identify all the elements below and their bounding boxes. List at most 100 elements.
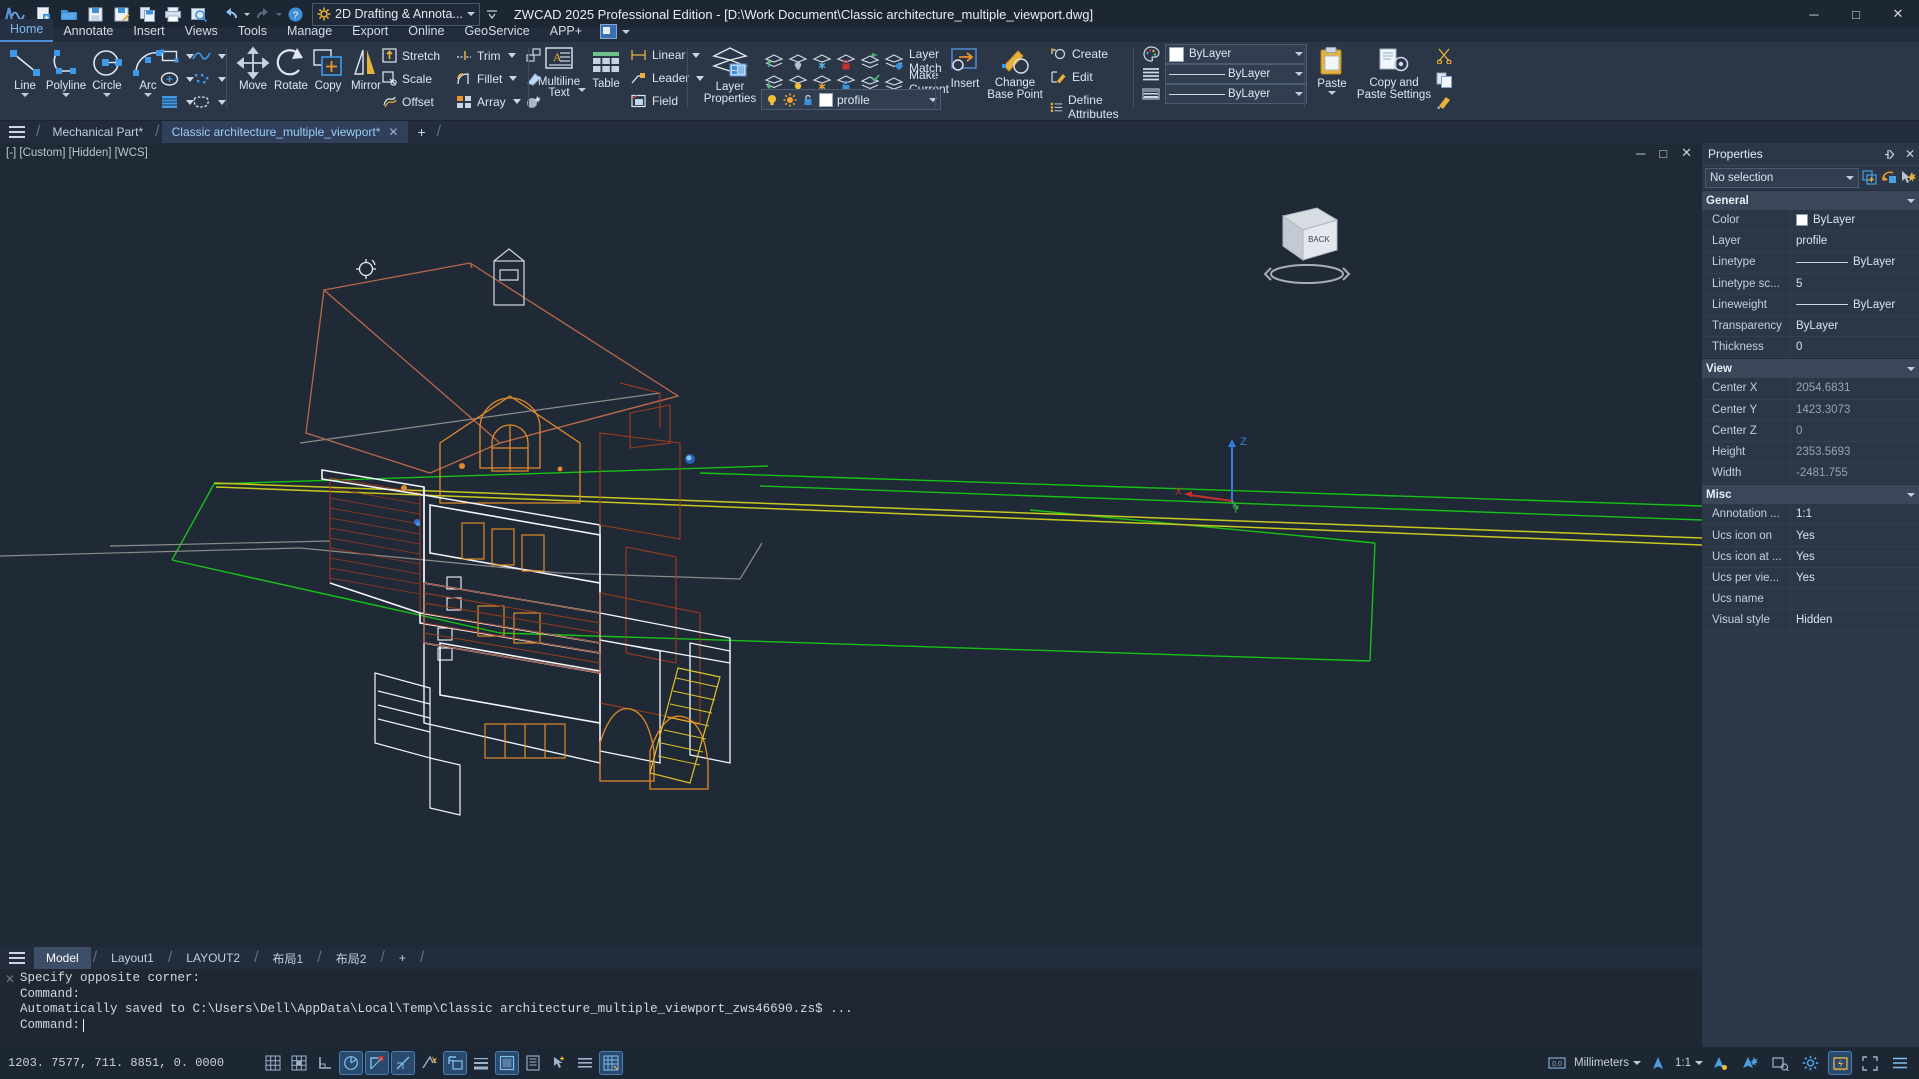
copy-clip-button[interactable] (1436, 72, 1453, 88)
hatch-tool[interactable] (160, 94, 194, 110)
group-header-misc[interactable]: Misc (1702, 484, 1919, 505)
file-tab-classic-architecture[interactable]: Classic architecture_multiple_viewport* … (161, 121, 409, 143)
property-row-color[interactable]: Color ByLayer (1702, 210, 1919, 232)
property-value[interactable]: 5 (1790, 273, 1919, 294)
annotation-scale-icon[interactable] (1647, 1052, 1669, 1074)
layer-match-icon[interactable] (883, 53, 905, 70)
property-value[interactable]: Hidden (1790, 610, 1919, 631)
property-row-linetype[interactable]: Linetype ByLayer (1702, 252, 1919, 274)
new-tab-button[interactable]: + (408, 124, 434, 140)
line-button[interactable]: Line (2, 46, 48, 97)
chevron-down-icon[interactable] (144, 93, 152, 97)
property-row-transparency[interactable]: Transparency ByLayer (1702, 315, 1919, 338)
group-header-view[interactable]: View (1702, 358, 1919, 379)
chevron-down-icon[interactable] (509, 76, 518, 81)
stretch-button[interactable]: Stretch (382, 48, 440, 63)
undo-dropdown-icon[interactable] (244, 12, 250, 16)
match-properties-button[interactable] (1436, 95, 1453, 110)
define-attributes-button[interactable]: Define Attributes (1050, 93, 1135, 121)
chevron-down-icon[interactable] (1295, 52, 1303, 56)
ellipse-tool[interactable] (160, 71, 194, 87)
customization-menu-icon[interactable] (1889, 1052, 1911, 1074)
property-row-visual-style[interactable]: Visual style Hidden (1702, 610, 1919, 632)
object-snap-toggle[interactable] (365, 1051, 389, 1075)
lineweight-icon[interactable] (1141, 86, 1161, 102)
property-value[interactable]: Yes (1790, 525, 1919, 546)
fullscreen-icon[interactable] (1859, 1052, 1881, 1074)
chevron-down-icon[interactable] (21, 93, 29, 97)
tab-views[interactable]: Views (175, 21, 228, 42)
property-value[interactable]: ByLayer (1790, 210, 1919, 231)
view-cube[interactable]: BACK (1255, 198, 1355, 288)
command-close-icon[interactable]: ✕ (5, 972, 15, 986)
file-tab-mechanical-part[interactable]: Mechanical Part* (42, 121, 153, 143)
close-icon[interactable]: ✕ (1901, 147, 1919, 161)
transparency-toggle[interactable] (495, 1051, 519, 1075)
selection-cycling-toggle[interactable] (548, 1052, 570, 1074)
tab-appplus[interactable]: APP+ (540, 21, 592, 42)
chevron-down-icon[interactable] (507, 53, 516, 58)
pick-add-icon[interactable] (1881, 170, 1897, 186)
tab-online[interactable]: Online (398, 21, 454, 42)
cut-button[interactable] (1436, 48, 1453, 64)
annotation-visibility-toggle[interactable] (574, 1052, 596, 1074)
chevron-down-icon[interactable] (1295, 72, 1303, 76)
chevron-down-icon[interactable] (1907, 366, 1915, 371)
close-button[interactable]: ✕ (1877, 0, 1919, 28)
tab-annotate[interactable]: Annotate (53, 21, 123, 42)
property-row-annotation-scale[interactable]: Annotation ... 1:1 (1702, 504, 1919, 526)
lineweight-toggle[interactable] (470, 1052, 492, 1074)
tab-geoservice[interactable]: GeoService (454, 21, 539, 42)
trim-button[interactable]: Trim (456, 48, 516, 63)
property-value[interactable]: Yes (1790, 567, 1919, 588)
property-value[interactable]: ByLayer (1790, 315, 1919, 337)
tab-export[interactable]: Export (342, 21, 398, 42)
field-button[interactable]: Field (630, 94, 678, 108)
dynamic-ucs-toggle[interactable] (418, 1052, 440, 1074)
property-value[interactable]: profile (1790, 231, 1919, 252)
layout-tab-bujv2[interactable]: 布局2 (324, 947, 379, 969)
layer-delete-icon[interactable] (763, 74, 785, 91)
dynamic-input-toggle[interactable] (443, 1051, 467, 1075)
chevron-down-icon[interactable] (622, 29, 631, 34)
property-row-ucs-per-viewport[interactable]: Ucs per vie... Yes (1702, 567, 1919, 589)
scale-button[interactable]: Scale (382, 71, 432, 86)
layout-tab-bujv1[interactable]: 布局1 (261, 947, 316, 969)
chevron-down-icon[interactable] (103, 93, 111, 97)
copy-paste-settings-button[interactable]: Copy and Paste Settings (1354, 46, 1434, 101)
layer-off-icon[interactable] (787, 53, 809, 70)
layer-check-icon[interactable] (859, 73, 881, 91)
property-value[interactable]: 2353.5693 (1790, 441, 1919, 463)
property-value[interactable]: ByLayer (1790, 252, 1919, 273)
spline-tool[interactable] (192, 48, 226, 64)
property-row-center-z[interactable]: Center Z 0 (1702, 420, 1919, 442)
chevron-down-icon[interactable] (218, 76, 226, 82)
chevron-down-icon[interactable] (1633, 1061, 1641, 1065)
property-value[interactable]: Yes (1790, 546, 1919, 567)
layer-freeze-icon[interactable] (811, 53, 833, 70)
array-button[interactable]: Array (456, 94, 521, 109)
select-objects-icon[interactable] (1900, 170, 1916, 186)
property-value[interactable]: 2054.6831 (1790, 378, 1919, 399)
quick-select-icon[interactable] (1862, 170, 1878, 186)
point-tool[interactable] (192, 71, 226, 87)
tab-tools[interactable]: Tools (228, 21, 277, 42)
property-row-thickness[interactable]: Thickness 0 (1702, 337, 1919, 359)
layer-properties-button[interactable]: Layer Properties (701, 46, 759, 105)
layer-thaw-icon[interactable] (811, 74, 833, 91)
offset-button[interactable]: Offset (382, 94, 434, 109)
layout-tab-layout2[interactable]: LAYOUT2 (174, 947, 252, 969)
polar-tracking-toggle[interactable] (339, 1051, 363, 1075)
edit-block-button[interactable]: Edit (1050, 70, 1093, 84)
layer-on-icon[interactable] (787, 74, 809, 91)
property-row-layer[interactable]: Layer profile (1702, 231, 1919, 253)
color-palette-icon[interactable] (1141, 46, 1161, 62)
chevron-down-icon[interactable] (218, 53, 226, 59)
selection-combo[interactable]: No selection (1705, 168, 1859, 188)
chevron-down-icon[interactable] (1695, 1061, 1703, 1065)
tab-home[interactable]: Home (0, 19, 54, 42)
scale-label[interactable]: 1:1 (1675, 1057, 1691, 1069)
grid-toggle[interactable] (262, 1052, 284, 1074)
object-snap-tracking-toggle[interactable] (391, 1051, 415, 1075)
hardware-accel-icon[interactable] (1828, 1051, 1852, 1075)
